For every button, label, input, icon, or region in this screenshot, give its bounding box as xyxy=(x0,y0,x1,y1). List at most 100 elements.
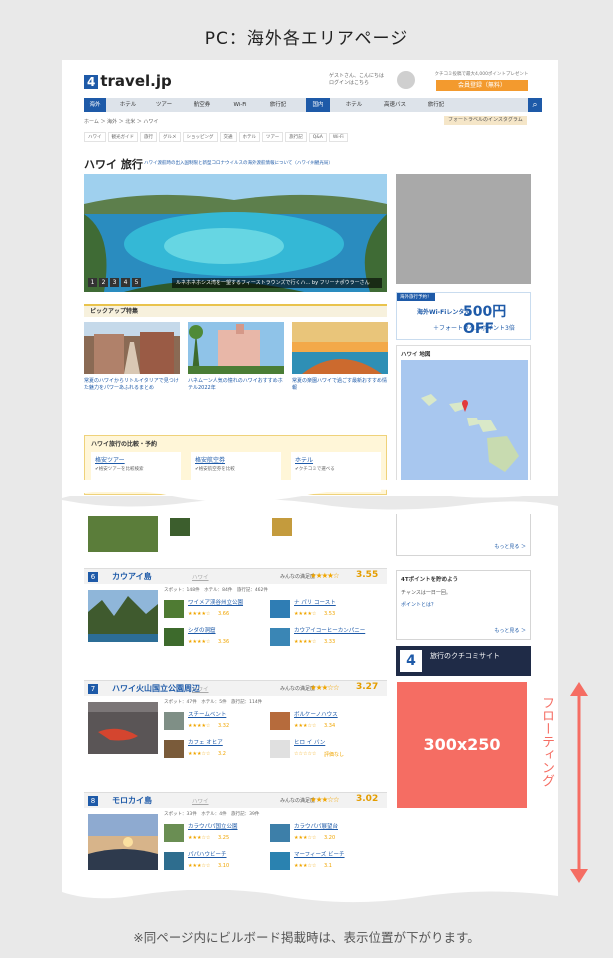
nav-item-travelogue[interactable]: 旅行記 xyxy=(264,98,292,112)
spot-name[interactable]: ナ パリ コースト xyxy=(294,598,336,606)
hero-page-button[interactable]: 1 xyxy=(88,278,97,287)
spot-name[interactable]: スチームベント xyxy=(188,710,226,718)
spot-item[interactable]: ワイメア渓谷州立公園 ★★★★☆ 3.66 xyxy=(164,598,268,622)
spot-name[interactable]: パパハウビーチ xyxy=(188,850,227,858)
spot-name[interactable]: カフェ オヒア xyxy=(188,738,223,746)
nav-item-flight[interactable]: 航空券 xyxy=(188,98,216,112)
hero-page-button[interactable]: 5 xyxy=(132,278,141,287)
subnav-item[interactable]: 旅行記 xyxy=(285,132,307,142)
spot-thumb[interactable] xyxy=(270,628,290,646)
area-categories[interactable]: スポット：33件 ホテル：4件 旅行記：39件 xyxy=(164,811,259,817)
subnav-item[interactable]: ツアー xyxy=(262,132,284,142)
spot-thumb[interactable] xyxy=(164,600,184,618)
subnav-item[interactable]: 交通 xyxy=(219,132,237,142)
spot-thumb[interactable] xyxy=(164,712,184,730)
nav-item-wifi[interactable]: Wi-Fi xyxy=(226,98,254,112)
site-logo[interactable]: 4 travel.jp xyxy=(84,72,172,90)
area-parent-link[interactable]: ハワイ xyxy=(192,573,209,581)
subnav-item[interactable]: 旅行 xyxy=(140,132,157,142)
spot-thumb[interactable] xyxy=(164,852,184,870)
breadcrumb[interactable]: ホーム ＞ 海外 ＞ 北米 ＞ ハワイ xyxy=(84,118,158,125)
nav-item-hotel[interactable]: ホテル xyxy=(114,98,142,112)
subnav-item[interactable]: グルメ xyxy=(159,132,181,142)
spot-name[interactable]: シダの洞窟 xyxy=(188,626,216,634)
pickup-image-3[interactable] xyxy=(292,322,388,374)
spot-thumb[interactable] xyxy=(270,824,290,842)
pickup-link-3[interactable]: 常夏の楽園ハワイで過ごす最新おすすめ情報 xyxy=(292,378,388,392)
reserve-hotel-label[interactable]: ホテル xyxy=(295,455,381,464)
spot-item[interactable]: シダの洞窟 ★★★★☆ 3.36 xyxy=(164,626,268,650)
spot-item[interactable]: ヒロ イ バン ☆☆☆☆☆ 評価なし xyxy=(270,738,374,762)
nav-item-hotel-domestic[interactable]: ホテル xyxy=(340,98,368,112)
spot-item[interactable]: カラウパパ国立公園 ★★★☆☆ 3.25 xyxy=(164,822,268,846)
area-categories[interactable]: スポット：148件 ホテル：84件 旅行記：462件 xyxy=(164,587,268,593)
spot-name[interactable]: カラウパパ展望台 xyxy=(294,822,338,830)
subnav-item[interactable]: ハワイ xyxy=(84,132,106,142)
hero-page-button[interactable]: 2 xyxy=(99,278,108,287)
pickup-image-1[interactable] xyxy=(84,322,180,374)
spot-name[interactable]: ワイメア渓谷州立公園 xyxy=(188,598,243,606)
subnav-item[interactable]: Q&A xyxy=(308,133,327,142)
nav-item-overseas[interactable]: 海外 xyxy=(84,98,106,112)
greeting-text[interactable]: ゲストさん、こんにちは ログインはこちら xyxy=(329,73,389,87)
pickup-link-2[interactable]: ハネムーン人気の憧れのハワイおすすめホテル2022年 xyxy=(188,378,284,392)
nav-item-bus[interactable]: 高速バス xyxy=(378,98,412,112)
pickup-image-2[interactable] xyxy=(188,322,284,374)
area-image[interactable] xyxy=(88,814,158,870)
spot-item[interactable]: ナ パリ コースト ★★★★☆ 3.53 xyxy=(270,598,374,622)
points-more-link[interactable]: もっと見る ＞ xyxy=(494,627,526,634)
spot-thumb[interactable] xyxy=(270,852,290,870)
avatar[interactable] xyxy=(397,71,415,89)
spot-item[interactable]: カウアイコーヒーカンパニー ★★★★☆ 3.33 xyxy=(270,626,374,650)
spot-item[interactable]: パパハウビーチ ★★★☆☆ 3.10 xyxy=(164,850,268,874)
area-name[interactable]: カウアイ島 xyxy=(112,571,152,582)
spot-name[interactable]: マーフィーズ ビーチ xyxy=(294,850,345,858)
nav-item-travelogue-domestic[interactable]: 旅行記 xyxy=(422,98,450,112)
spot-thumb[interactable] xyxy=(270,740,290,758)
spot-item[interactable]: カラウパパ展望台 ★★★☆☆ 3.20 xyxy=(270,822,374,846)
hero-caption[interactable]: ルネホネホシス湾を一望するフィーストラウンズで行くハ... by フリーナポウラ… xyxy=(172,278,382,288)
hero-photo[interactable]: 12345 ルネホネホシス湾を一望するフィーストラウンズで行くハ... by フ… xyxy=(84,174,387,292)
review-site-banner[interactable]: 4 旅行のクチコミサイト xyxy=(396,646,531,676)
spot-name[interactable]: カウアイコーヒーカンパニー xyxy=(294,626,365,634)
wifi-promo-banner[interactable]: 海外旅行予約！ 海外Wi-Fiレンタル 500円OFF ＋フォートラベルポイント… xyxy=(396,292,531,340)
area-name[interactable]: モロカイ島 xyxy=(112,795,152,806)
area-parent-link[interactable]: ハワイ xyxy=(192,797,209,805)
subnav-item[interactable]: ショッピング xyxy=(182,132,218,142)
hawaii-map[interactable] xyxy=(401,360,528,486)
spot-item[interactable]: スチームベント ★★★★☆ 3.32 xyxy=(164,710,268,734)
covid-info-link[interactable]: ハワイ渡航時の出入国制限と新型コロナウイルスの海外渡航情報について（ハワイ州観光… xyxy=(144,160,333,166)
spot-name[interactable]: ボルケーノハウス xyxy=(294,710,338,718)
spot-thumb[interactable] xyxy=(270,712,290,730)
spot-thumb[interactable] xyxy=(272,518,292,536)
spot-thumb[interactable] xyxy=(170,518,190,536)
reserve-flight-label[interactable]: 格安航空券 xyxy=(195,455,281,464)
spot-name[interactable]: カラウパパ国立公園 xyxy=(188,822,238,830)
spot-item[interactable]: マーフィーズ ビーチ ★★★☆☆ 3.1 xyxy=(270,850,374,874)
pickup-link-1[interactable]: 常夏のハワイからリトルイタリアで見つけた魅力をパワーあふれるまとめ xyxy=(84,378,180,392)
area-parent-link[interactable]: ハワイ xyxy=(192,685,209,693)
reserve-tour-label[interactable]: 格安ツアー xyxy=(95,455,181,464)
spot-thumb[interactable] xyxy=(164,824,184,842)
area-name[interactable]: ハワイ火山国立公園周辺 xyxy=(112,683,200,694)
hero-page-button[interactable]: 3 xyxy=(110,278,119,287)
subnav-item[interactable]: Wi-Fi xyxy=(328,133,348,142)
instagram-link[interactable]: フォートラベルのインスタグラム xyxy=(444,116,527,125)
search-icon[interactable]: ⌕ xyxy=(528,98,542,112)
spot-thumb[interactable] xyxy=(164,740,184,758)
hero-page-button[interactable]: 4 xyxy=(121,278,130,287)
spot-item[interactable]: ボルケーノハウス ★★★☆☆ 3.34 xyxy=(270,710,374,734)
subnav-item[interactable]: ホテル xyxy=(238,132,260,142)
nav-item-tour[interactable]: ツアー xyxy=(150,98,178,112)
spot-thumb[interactable] xyxy=(164,628,184,646)
spot-item[interactable]: カフェ オヒア ★★★☆☆ 3.2 xyxy=(164,738,268,762)
subnav-item[interactable]: 観光ガイド xyxy=(107,132,138,142)
area-image[interactable] xyxy=(88,590,158,642)
area-categories[interactable]: スポット：47件 ホテル：5件 旅行記：114件 xyxy=(164,699,262,705)
points-link[interactable]: ポイントとは？ xyxy=(401,601,436,608)
spot-thumb[interactable] xyxy=(270,600,290,618)
area-image[interactable] xyxy=(88,702,158,754)
area-image-previous[interactable] xyxy=(88,516,158,552)
register-button[interactable]: 会員登録（無料） xyxy=(436,80,528,91)
more-link[interactable]: もっと見る ＞ xyxy=(494,543,526,550)
